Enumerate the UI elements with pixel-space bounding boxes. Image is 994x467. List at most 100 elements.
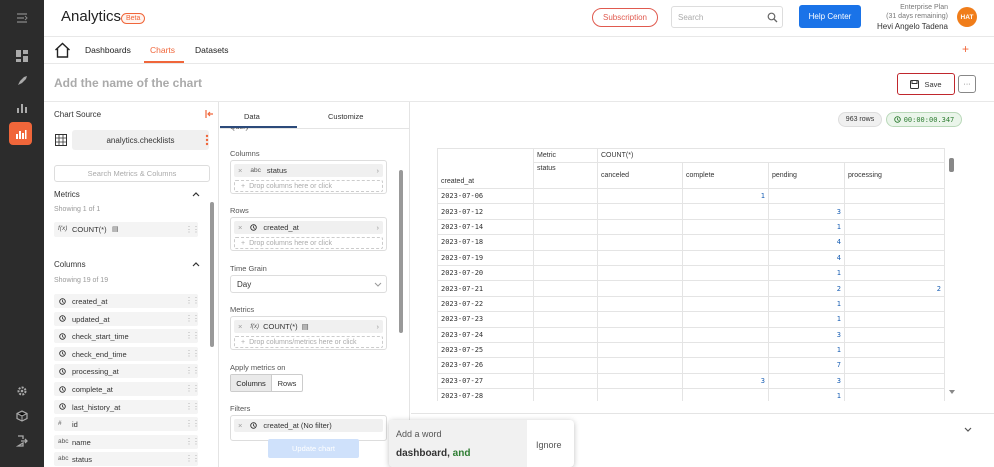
value-cell — [597, 311, 683, 328]
drag-handle-icon[interactable]: ⋮⋮ — [185, 384, 200, 393]
rocket-icon[interactable] — [8, 69, 36, 93]
drag-handle-icon[interactable]: ⋮⋮ — [185, 225, 200, 234]
clock-icon — [59, 403, 66, 410]
ignore-button[interactable]: Ignore — [536, 440, 562, 450]
config-scrollbar[interactable] — [399, 170, 403, 333]
chevron-right-icon: › — [376, 322, 380, 331]
status-col-pending: pending — [768, 162, 845, 189]
apply-columns-option[interactable]: Columns — [231, 375, 271, 391]
drag-handle-icon[interactable]: ⋮⋮ — [185, 454, 200, 463]
gear-icon[interactable] — [8, 379, 36, 403]
drag-handle-icon[interactable]: ⋮⋮ — [185, 419, 200, 428]
drag-handle-icon[interactable]: ⋮⋮ — [185, 349, 200, 358]
apply-rows-option[interactable]: Rows — [271, 375, 302, 391]
subscription-button[interactable]: Subscription — [592, 8, 658, 27]
drag-handle-icon[interactable]: ⋮⋮ — [185, 296, 200, 305]
column-label: last_history_at — [72, 402, 121, 412]
type-abc-icon: abc — [250, 167, 261, 174]
tab-charts[interactable]: Charts — [150, 45, 175, 55]
columns-drop-target[interactable]: + Drop columns here or click — [234, 180, 383, 192]
home-icon[interactable] — [54, 42, 71, 58]
column-item[interactable]: processing_at ⋮⋮ — [54, 364, 200, 379]
metric-item[interactable]: f(x) COUNT(*) ▤ ⋮⋮ — [54, 222, 200, 237]
chevron-down-icon[interactable] — [964, 427, 972, 432]
rows-drop-target[interactable]: + Drop columns here or click — [234, 237, 383, 249]
cube-icon[interactable] — [8, 404, 36, 428]
remove-icon[interactable]: × — [238, 223, 242, 232]
value-cell — [844, 187, 945, 205]
add-word-label[interactable]: Add a word — [396, 429, 442, 439]
drag-handle-icon[interactable]: ⋮⋮ — [185, 331, 200, 340]
tab-dashboards[interactable]: Dashboards — [85, 45, 131, 55]
avatar[interactable]: HAT — [957, 7, 977, 27]
columns-pill-status[interactable]: × abc status › — [234, 164, 383, 177]
table-row: 2023-07-20 1 — [437, 264, 945, 282]
time-grain-select[interactable]: Day — [230, 275, 387, 293]
chevron-up-icon[interactable] — [192, 261, 200, 267]
title-bar: Add the name of the chart Save ··· — [44, 64, 994, 102]
drag-handle-icon[interactable]: ⋮⋮ — [185, 402, 200, 411]
bar-chart-icon[interactable] — [9, 122, 32, 145]
drag-handle-icon[interactable]: ⋮⋮ — [185, 437, 200, 446]
drag-handle-icon[interactable]: ⋮⋮ — [185, 366, 200, 375]
date-cell: 2023-07-25 — [437, 341, 534, 359]
tab-data[interactable]: Data — [244, 112, 260, 121]
tab-customize[interactable]: Customize — [328, 112, 363, 121]
collapse-panel-icon[interactable] — [205, 110, 214, 118]
filter-pill-created-at[interactable]: × created_at (No filter) — [234, 419, 383, 432]
app-title: Analytics — [61, 8, 122, 25]
column-item[interactable]: abc name ⋮⋮ — [54, 434, 200, 449]
column-item[interactable]: created_at ⋮⋮ — [54, 294, 200, 308]
table-row: 2023-07-28 1 — [437, 388, 945, 401]
metric-header: Metric — [533, 148, 598, 163]
column-item[interactable]: check_start_time ⋮⋮ — [54, 329, 200, 344]
chart-name-input[interactable]: Add the name of the chart — [54, 76, 202, 90]
search-box[interactable]: Search — [671, 6, 783, 28]
table-scroll-down-icon[interactable] — [949, 390, 955, 394]
column-item[interactable]: complete_at ⋮⋮ — [54, 382, 200, 396]
type-abc-icon: abc — [58, 455, 69, 463]
panel-scrollbar[interactable] — [210, 202, 214, 347]
column-item[interactable]: # id ⋮⋮ — [54, 417, 200, 432]
dataset-menu-icon[interactable] — [205, 134, 209, 146]
hierarchy-icon[interactable] — [8, 96, 36, 120]
chevron-up-icon[interactable] — [192, 191, 200, 197]
dashboard-icon[interactable] — [8, 44, 36, 68]
metrics-columns-search[interactable]: Search Metrics & Columns — [54, 165, 210, 182]
column-item[interactable]: updated_at ⋮⋮ — [54, 311, 200, 326]
search-icon[interactable] — [767, 12, 778, 23]
column-label: id — [72, 420, 78, 430]
help-center-button[interactable]: Help Center — [799, 5, 861, 28]
update-chart-button[interactable]: Update chart — [268, 439, 359, 458]
value-cell — [844, 326, 945, 343]
column-label: name — [72, 437, 91, 447]
metrics-drop-target[interactable]: + Drop columns/metrics here or click — [234, 336, 383, 348]
logout-icon[interactable] — [8, 429, 36, 453]
tab-datasets[interactable]: Datasets — [195, 45, 229, 55]
column-item[interactable]: last_history_at ⋮⋮ — [54, 399, 200, 414]
drag-handle-icon[interactable]: ⋮⋮ — [185, 314, 200, 323]
table-row: 2023-07-23 1 — [437, 311, 945, 328]
chart-source-title: Chart Source — [54, 110, 102, 119]
metrics-pill-count[interactable]: × f(x) COUNT(*) ▤ › — [234, 320, 383, 333]
column-item[interactable]: check_end_time ⋮⋮ — [54, 346, 200, 361]
suggestion-area: Add a word dashboard, and — [389, 420, 527, 467]
columns-dropzone: × abc status › + Drop columns here or cli… — [230, 160, 387, 194]
suggestion-text[interactable]: dashboard, and — [396, 448, 470, 459]
collapse-icon[interactable] — [8, 6, 36, 30]
add-icon[interactable]: + — [962, 42, 969, 56]
save-button[interactable]: Save — [897, 73, 955, 95]
remove-icon[interactable]: × — [238, 166, 242, 175]
table-row: 2023-07-21 2 2 — [437, 280, 945, 297]
column-label: status — [72, 455, 93, 465]
value-cell — [597, 187, 683, 205]
rows-pill-created-at[interactable]: × created_at › — [234, 221, 383, 234]
table-scrollbar[interactable] — [949, 158, 954, 172]
column-item[interactable]: abc status ⋮⋮ — [54, 452, 200, 467]
remove-icon[interactable]: × — [238, 322, 242, 331]
remove-icon[interactable]: × — [238, 421, 242, 430]
date-cell: 2023-07-21 — [437, 280, 534, 297]
table-icon — [55, 134, 67, 146]
dataset-selector[interactable]: analytics.checklists — [72, 130, 209, 150]
more-options-button[interactable]: ··· — [958, 75, 976, 93]
